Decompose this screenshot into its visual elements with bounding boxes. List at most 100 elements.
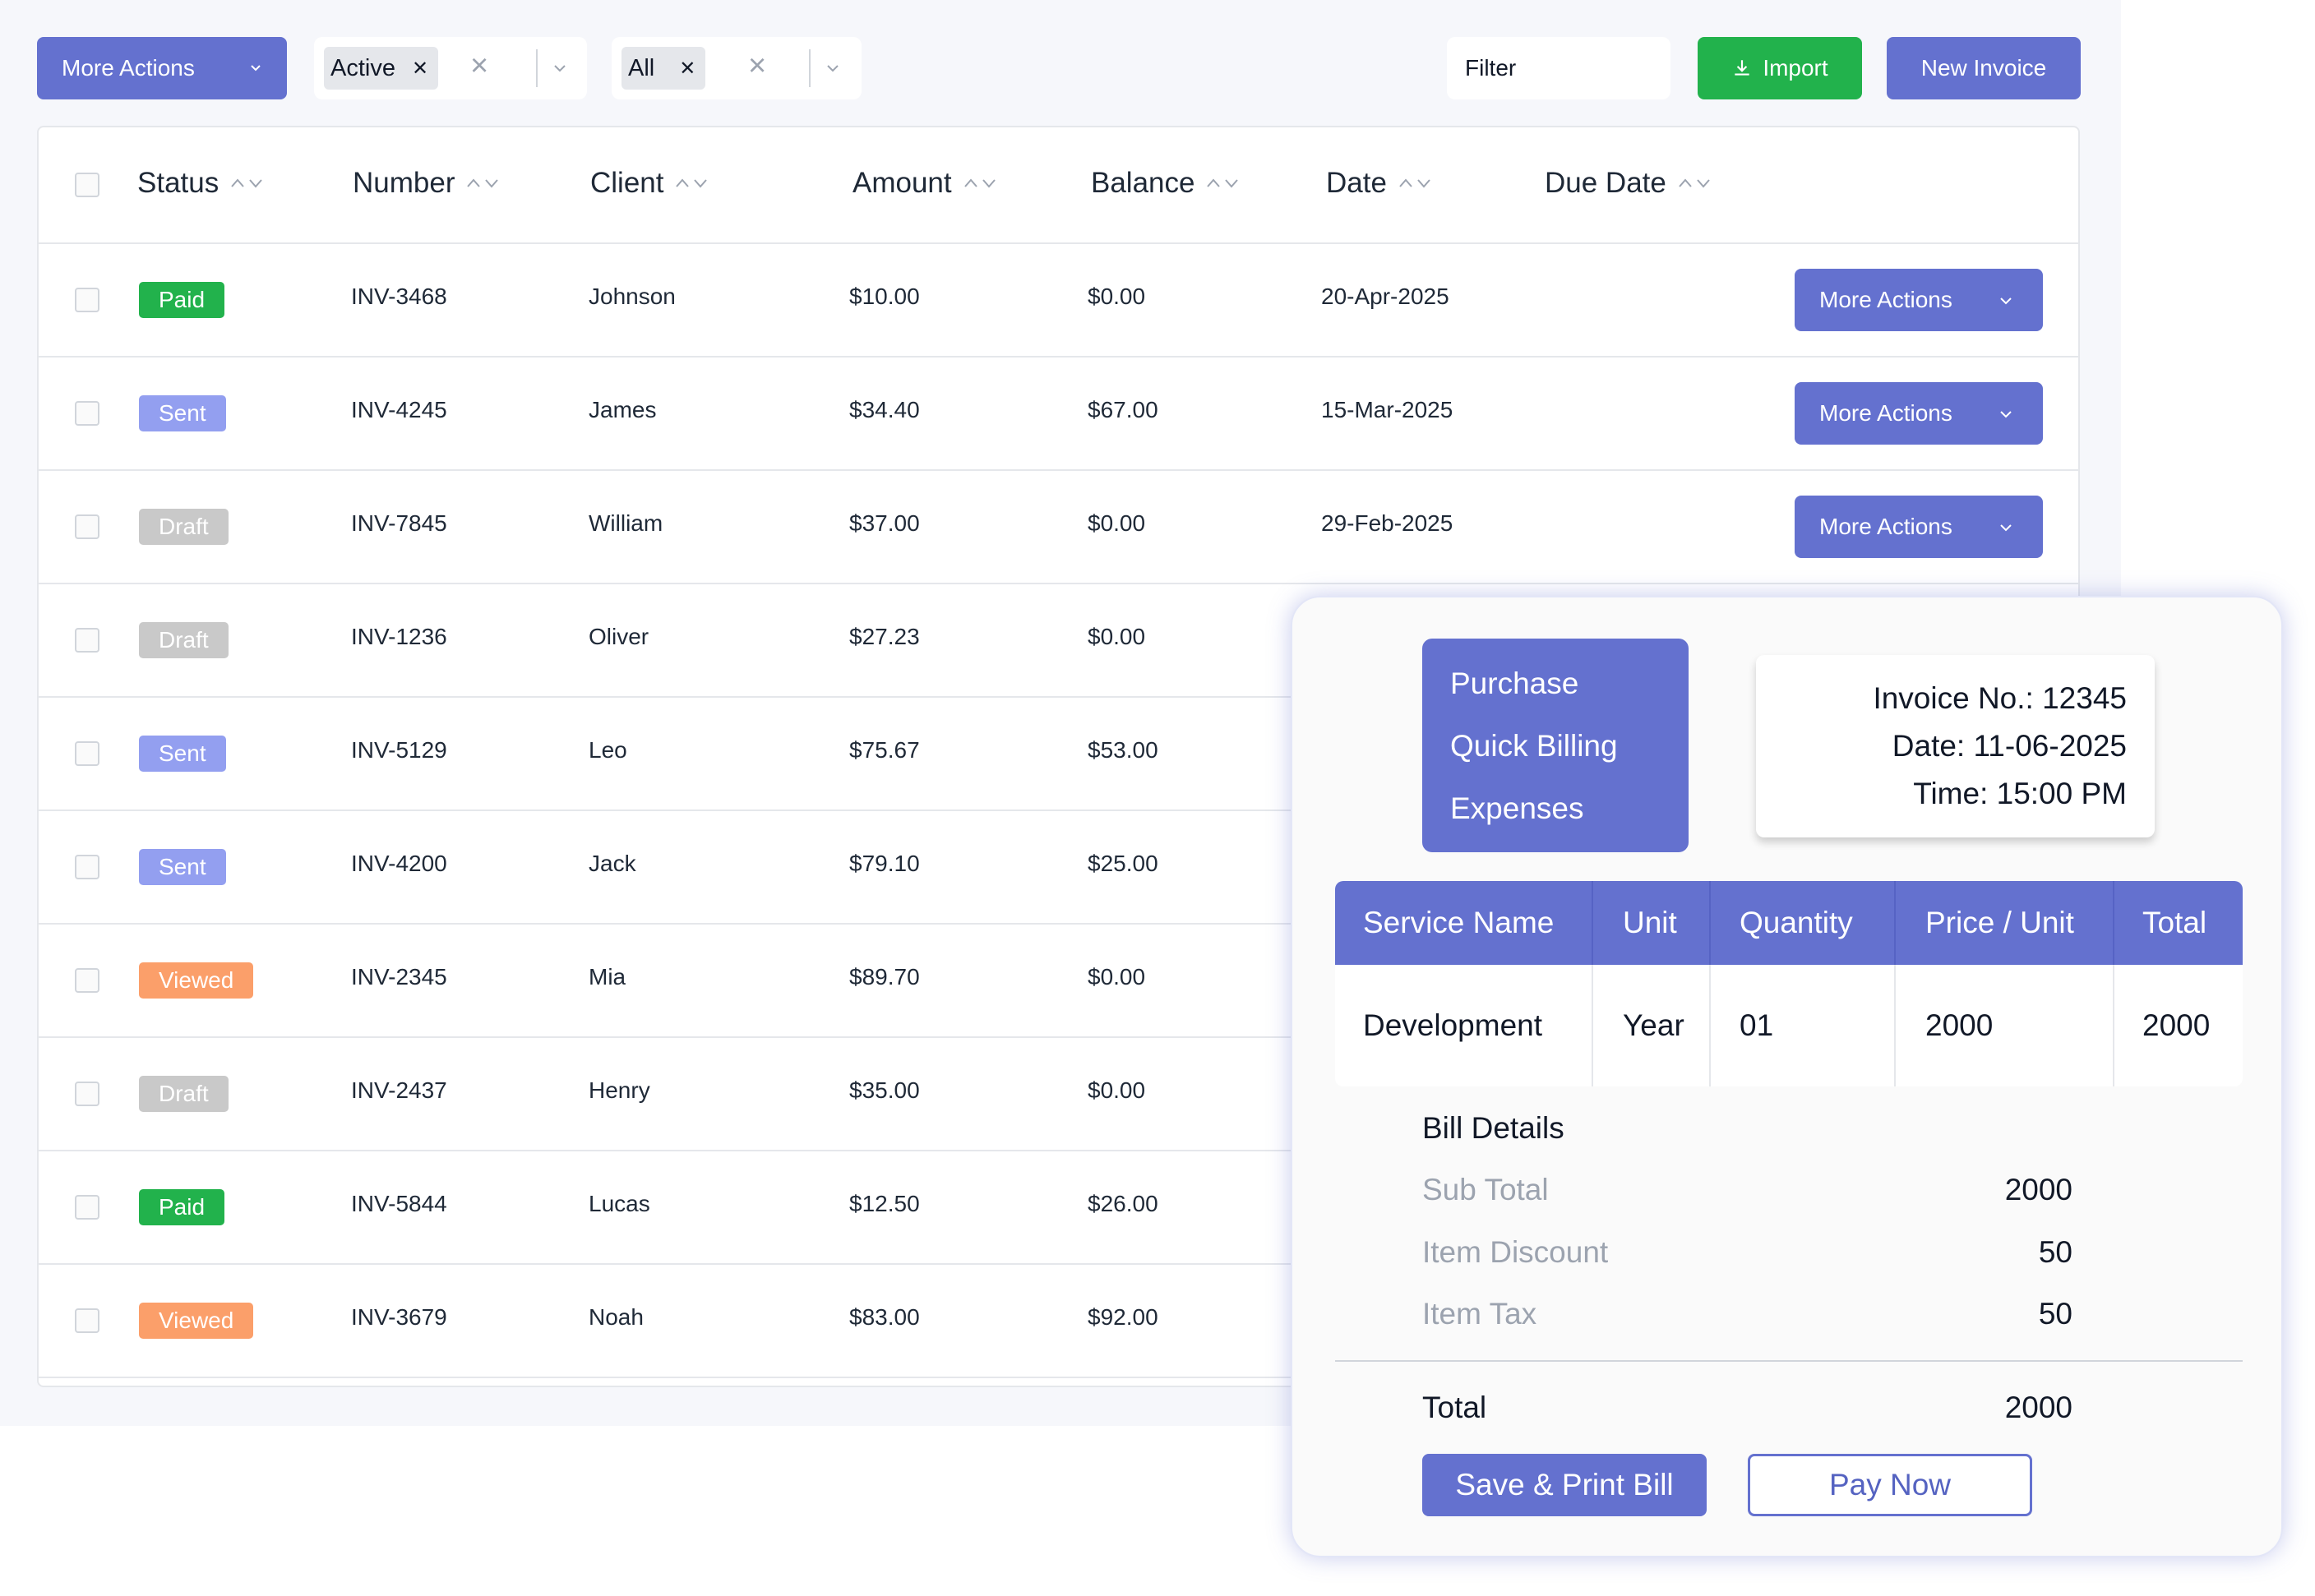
row-checkbox[interactable] xyxy=(75,968,99,993)
status-filter-tag[interactable]: Active ✕ xyxy=(324,47,439,90)
cell-number: INV-2345 xyxy=(351,964,447,989)
sort-icon[interactable] xyxy=(1678,176,1712,191)
new-invoice-button[interactable]: New Invoice xyxy=(1887,37,2081,99)
menu-item-expenses[interactable]: Expenses xyxy=(1450,785,1689,847)
item-discount-label: Item Discount xyxy=(1422,1235,1609,1269)
bill-divider xyxy=(1335,1360,2243,1362)
cell-client: William xyxy=(589,510,663,536)
column-header-client[interactable]: Client xyxy=(590,167,709,200)
service-header-name: Service Name xyxy=(1363,906,1555,939)
cell-client: Lucas xyxy=(589,1191,650,1216)
remove-tag-icon[interactable]: ✕ xyxy=(679,57,695,81)
cell-number: INV-5129 xyxy=(351,737,447,763)
column-header-due-date[interactable]: Due Date xyxy=(1545,167,1712,200)
cell-amount: $79.10 xyxy=(849,851,920,876)
column-header-balance[interactable]: Balance xyxy=(1091,167,1241,200)
more-actions-button[interactable]: More Actions xyxy=(37,37,287,99)
sub-total-label: Sub Total xyxy=(1422,1173,1549,1206)
cell-number: INV-2437 xyxy=(351,1077,447,1103)
column-header-label: Number xyxy=(353,167,455,199)
new-invoice-label: New Invoice xyxy=(1920,55,2047,81)
chevron-down-icon[interactable] xyxy=(825,61,840,76)
table-header: Status Number Client Amount Balance Date Due D… xyxy=(39,127,2078,244)
service-cell-name: Development xyxy=(1363,1008,1543,1042)
clear-icon[interactable]: × xyxy=(748,48,766,84)
clear-icon[interactable]: × xyxy=(470,48,488,84)
row-checkbox[interactable] xyxy=(75,741,99,766)
remove-tag-icon[interactable]: ✕ xyxy=(412,57,428,81)
status-badge: Sent xyxy=(139,395,226,431)
select-all-checkbox[interactable] xyxy=(75,173,99,197)
cell-client: Johnson xyxy=(589,284,676,309)
sort-icon[interactable] xyxy=(1206,176,1241,191)
service-cell-quantity: 01 xyxy=(1740,1008,1774,1042)
cell-balance: $26.00 xyxy=(1088,1191,1158,1216)
type-filter-tag[interactable]: All ✕ xyxy=(621,47,706,90)
table-row[interactable]: Draft INV-7845 William $37.00 $0.00 29-Feb-20… xyxy=(39,471,2078,584)
row-checkbox[interactable] xyxy=(75,401,99,426)
row-checkbox[interactable] xyxy=(75,288,99,312)
total-value: 2000 xyxy=(2004,1391,2072,1424)
status-badge: Viewed xyxy=(139,962,254,999)
row-checkbox[interactable] xyxy=(75,628,99,653)
cell-balance: $92.00 xyxy=(1088,1304,1158,1330)
invoice-date: Date: 11-06-2025 xyxy=(1892,729,2127,763)
cell-balance: $0.00 xyxy=(1088,964,1146,989)
row-more-actions-button[interactable]: More Actions xyxy=(1795,496,2043,558)
select-divider xyxy=(536,49,538,87)
service-header-unit: Unit xyxy=(1623,906,1677,939)
column-header-amount[interactable]: Amount xyxy=(853,167,998,200)
sort-icon[interactable] xyxy=(466,176,501,191)
item-discount-value: 50 xyxy=(2038,1235,2072,1269)
filter-input[interactable]: Filter xyxy=(1447,37,1670,99)
chevron-down-icon xyxy=(2000,411,2012,418)
row-checkbox[interactable] xyxy=(75,855,99,879)
row-checkbox[interactable] xyxy=(75,514,99,539)
table-row[interactable]: Sent INV-4245 James $34.40 $67.00 15-Mar-2025… xyxy=(39,357,2078,471)
column-header-status[interactable]: Status xyxy=(137,167,265,200)
row-more-actions-label: More Actions xyxy=(1819,514,1952,539)
cell-client: Leo xyxy=(589,737,627,763)
status-filter-select[interactable]: Active ✕ × xyxy=(314,37,587,99)
row-more-actions-button[interactable]: More Actions xyxy=(1795,269,2043,331)
sort-icon[interactable] xyxy=(675,176,709,191)
column-divider xyxy=(2113,881,2114,965)
cell-amount: $10.00 xyxy=(849,284,920,309)
status-badge: Sent xyxy=(139,736,226,772)
sort-icon[interactable] xyxy=(230,176,265,191)
import-button[interactable]: Import xyxy=(1698,37,1862,99)
sort-icon[interactable] xyxy=(963,176,998,191)
column-header-number[interactable]: Number xyxy=(353,167,501,200)
table-row[interactable]: Paid INV-3468 Johnson $10.00 $0.00 20-Apr-202… xyxy=(39,244,2078,357)
sort-icon[interactable] xyxy=(1398,176,1433,191)
cell-client: Henry xyxy=(589,1077,650,1103)
row-checkbox[interactable] xyxy=(75,1308,99,1333)
cell-client: James xyxy=(589,397,657,422)
menu-item-quick-billing[interactable]: Quick Billing xyxy=(1450,722,1689,785)
cell-balance: $0.00 xyxy=(1088,624,1146,649)
more-actions-label: More Actions xyxy=(62,55,195,81)
pay-now-button[interactable]: Pay Now xyxy=(1748,1454,2032,1516)
save-print-bill-label: Save & Print Bill xyxy=(1455,1468,1674,1501)
cell-balance: $0.00 xyxy=(1088,510,1146,536)
row-checkbox[interactable] xyxy=(75,1195,99,1220)
column-header-label: Balance xyxy=(1091,167,1195,199)
chevron-down-icon[interactable] xyxy=(552,61,567,76)
column-header-label: Amount xyxy=(853,167,952,199)
cell-amount: $27.23 xyxy=(849,624,920,649)
menu-item-purchase[interactable]: Purchase xyxy=(1450,660,1689,722)
item-tax-label: Item Tax xyxy=(1422,1297,1537,1331)
cell-amount: $12.50 xyxy=(849,1191,920,1216)
column-header-label: Status xyxy=(137,167,219,199)
chevron-down-icon xyxy=(2000,298,2012,305)
type-filter-tag-label: All xyxy=(628,54,655,81)
save-print-bill-button[interactable]: Save & Print Bill xyxy=(1422,1454,1707,1516)
row-checkbox[interactable] xyxy=(75,1082,99,1106)
cell-balance: $25.00 xyxy=(1088,851,1158,876)
type-filter-select[interactable]: All ✕ × xyxy=(612,37,862,99)
cell-balance: $53.00 xyxy=(1088,737,1158,763)
column-header-date[interactable]: Date xyxy=(1326,167,1433,200)
row-more-actions-button[interactable]: More Actions xyxy=(1795,382,2043,445)
row-more-actions-label: More Actions xyxy=(1819,287,1952,312)
invoice-number: Invoice No.: 12345 xyxy=(1873,681,2127,715)
